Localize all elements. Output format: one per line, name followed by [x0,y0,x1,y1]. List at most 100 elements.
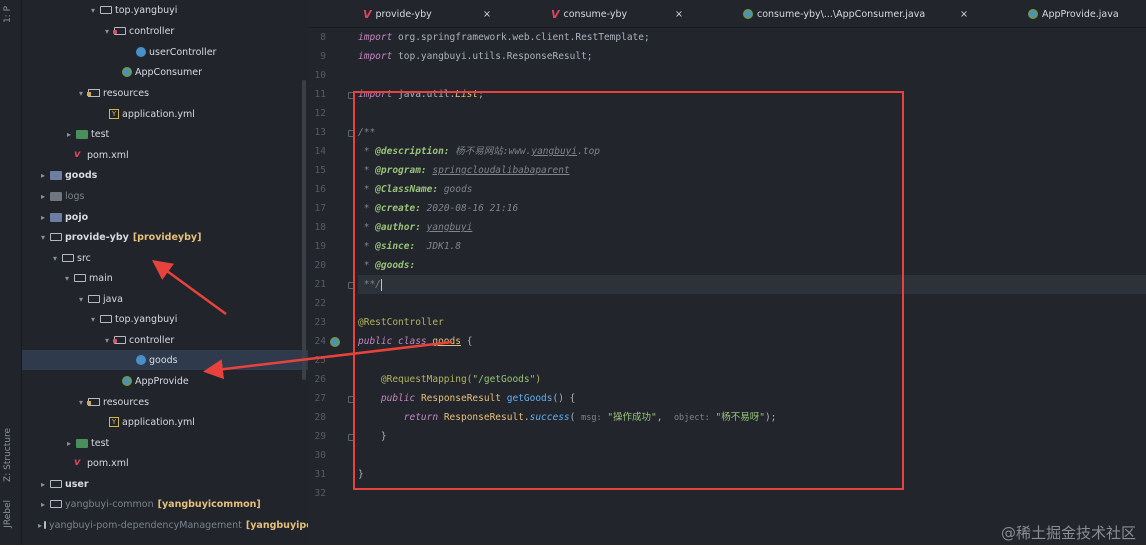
tree-row[interactable]: Yapplication.yml [22,104,308,124]
tree-row[interactable]: userController [22,42,308,62]
chevron-down-icon[interactable]: ▾ [88,315,98,324]
tree-row[interactable]: ▾ main [22,268,308,288]
tree-row[interactable]: ▾ controller [22,330,308,350]
maven-icon: v [74,457,81,468]
spring-bean-icon[interactable] [330,337,340,347]
tree-row-label: user [65,478,89,490]
tree-row[interactable]: ▸ logs [22,186,308,206]
tree-row[interactable]: v pom.xml [22,453,308,473]
line-number: 19 [314,241,326,252]
module-name-badge: [yangbuyipom [245,519,308,531]
chevron-right-icon[interactable]: ▸ [64,439,74,448]
chevron-down-icon[interactable]: ▾ [76,295,86,304]
line-number: 21 [314,279,326,290]
tab-appprovide[interactable]: AppProvide.java [1028,0,1119,28]
chevron-right-icon[interactable]: ▸ [38,213,48,222]
chevron-right-icon[interactable]: ▸ [38,500,48,509]
project-tool-tab[interactable]: 1: P [3,6,13,23]
yaml-file-icon: Y [109,417,119,427]
structure-tool-tab[interactable]: Z: Structure [3,428,13,482]
tree-row[interactable]: ▾ resources [22,392,308,412]
tree-row[interactable]: ▸ test [22,124,308,144]
line-number: 14 [314,146,326,157]
tree-row-label: AppConsumer [135,66,203,78]
tree-row-label: yangbuyi-pom-dependencyManagement [49,519,242,531]
tree-row[interactable]: v pom.xml [22,145,308,165]
tool-window-strip: 1: P Z: Structure JRebel [0,0,22,545]
tree-row-label: controller [129,25,175,37]
line-number: 22 [314,298,326,309]
module-folder-icon [50,212,62,222]
line-number: 18 [314,222,326,233]
chevron-down-icon[interactable]: ▾ [62,274,72,283]
yaml-file-icon: Y [109,109,119,119]
tree-row[interactable]: ▾ provide-yby [provideyby] [22,227,308,247]
close-icon[interactable]: × [483,0,491,28]
folder-icon [50,480,62,488]
chevron-right-icon[interactable]: ▸ [38,521,42,530]
tree-row-label: test [91,437,110,449]
chevron-down-icon[interactable]: ▾ [102,336,112,345]
tree-row-label: pom.xml [87,457,129,469]
chevron-down-icon[interactable]: ▾ [50,254,60,263]
tree-row[interactable]: ▸ goods [22,165,308,185]
chevron-down-icon[interactable]: ▾ [88,6,98,15]
tree-row-label: logs [65,190,85,202]
tree-row[interactable]: ▾ src [22,248,308,268]
tree-row[interactable]: ▾ java [22,289,308,309]
close-icon[interactable]: × [675,0,683,28]
tree-row-label: resources [103,396,150,408]
folder-icon [100,6,112,14]
tree-row-label: AppProvide [135,375,189,387]
maven-icon: v [74,149,81,160]
tab-appconsumer[interactable]: consume-yby\...\AppConsumer.java [743,0,925,28]
tree-row-label: java [103,293,123,305]
tab-label: consume-yby [563,8,628,20]
line-gutter: 8 9 10 11 12 13 14 15 16 17 18 19 20 21 22 23 24 25 26 27 28… [308,28,356,545]
line-number: 30 [314,450,326,461]
spring-class-icon [743,9,753,19]
tree-row[interactable]: Yapplication.yml [22,412,308,432]
chevron-right-icon[interactable]: ▸ [64,130,74,139]
tree-row[interactable]: ▾ controller [22,21,308,41]
chevron-right-icon[interactable]: ▸ [38,192,48,201]
test-folder-icon [76,438,88,448]
chevron-down-icon[interactable]: ▾ [76,89,86,98]
tree-row-label: pom.xml [87,149,129,161]
watermark: @稀土掘金技术社区 [1000,524,1136,542]
line-number: 26 [314,374,326,385]
tab-consume-yby[interactable]: V consume-yby [551,0,627,28]
line-number: 24 [314,336,326,347]
tree-row[interactable]: AppConsumer [22,62,308,82]
folder-icon [100,315,112,323]
chevron-right-icon[interactable]: ▸ [38,480,48,489]
chevron-down-icon[interactable]: ▾ [102,27,112,36]
line-number: 28 [314,412,326,423]
tree-row[interactable]: ▸ user [22,474,308,494]
tree-row[interactable]: ▾ top.yangbuyi [22,0,308,20]
tree-row-label: controller [129,334,175,346]
jrebel-tool-tab[interactable]: JRebel [3,500,13,528]
chevron-down-icon[interactable]: ▾ [76,398,86,407]
tree-row[interactable]: ▸ pojo [22,207,308,227]
line-number: 25 [314,355,326,366]
tree-scrollbar[interactable] [302,80,306,380]
close-icon[interactable]: × [960,0,968,28]
test-folder-icon [76,129,88,139]
tree-row-label: pojo [65,211,89,223]
chevron-down-icon[interactable]: ▾ [38,233,48,242]
tree-row[interactable]: ▾ resources [22,83,308,103]
tab-label: AppProvide.java [1042,8,1119,20]
tree-row[interactable]: goods [22,350,308,370]
tree-row[interactable]: ▾ top.yangbuyi [22,309,308,329]
folder-icon [62,254,74,262]
line-number: 17 [314,203,326,214]
tree-row[interactable]: AppProvide [22,371,308,391]
chevron-right-icon[interactable]: ▸ [38,171,48,180]
tree-row-label: yangbuyi-common [65,498,154,510]
tree-row[interactable]: ▸ yangbuyi-pom-dependencyManagement [yangb… [22,515,308,535]
tree-row[interactable]: ▸ yangbuyi-common [yangbuyicommon] [22,494,308,514]
tab-provide-yby[interactable]: V provide-yby [363,0,432,28]
spring-class-icon [1028,9,1038,19]
tree-row[interactable]: ▸ test [22,433,308,453]
